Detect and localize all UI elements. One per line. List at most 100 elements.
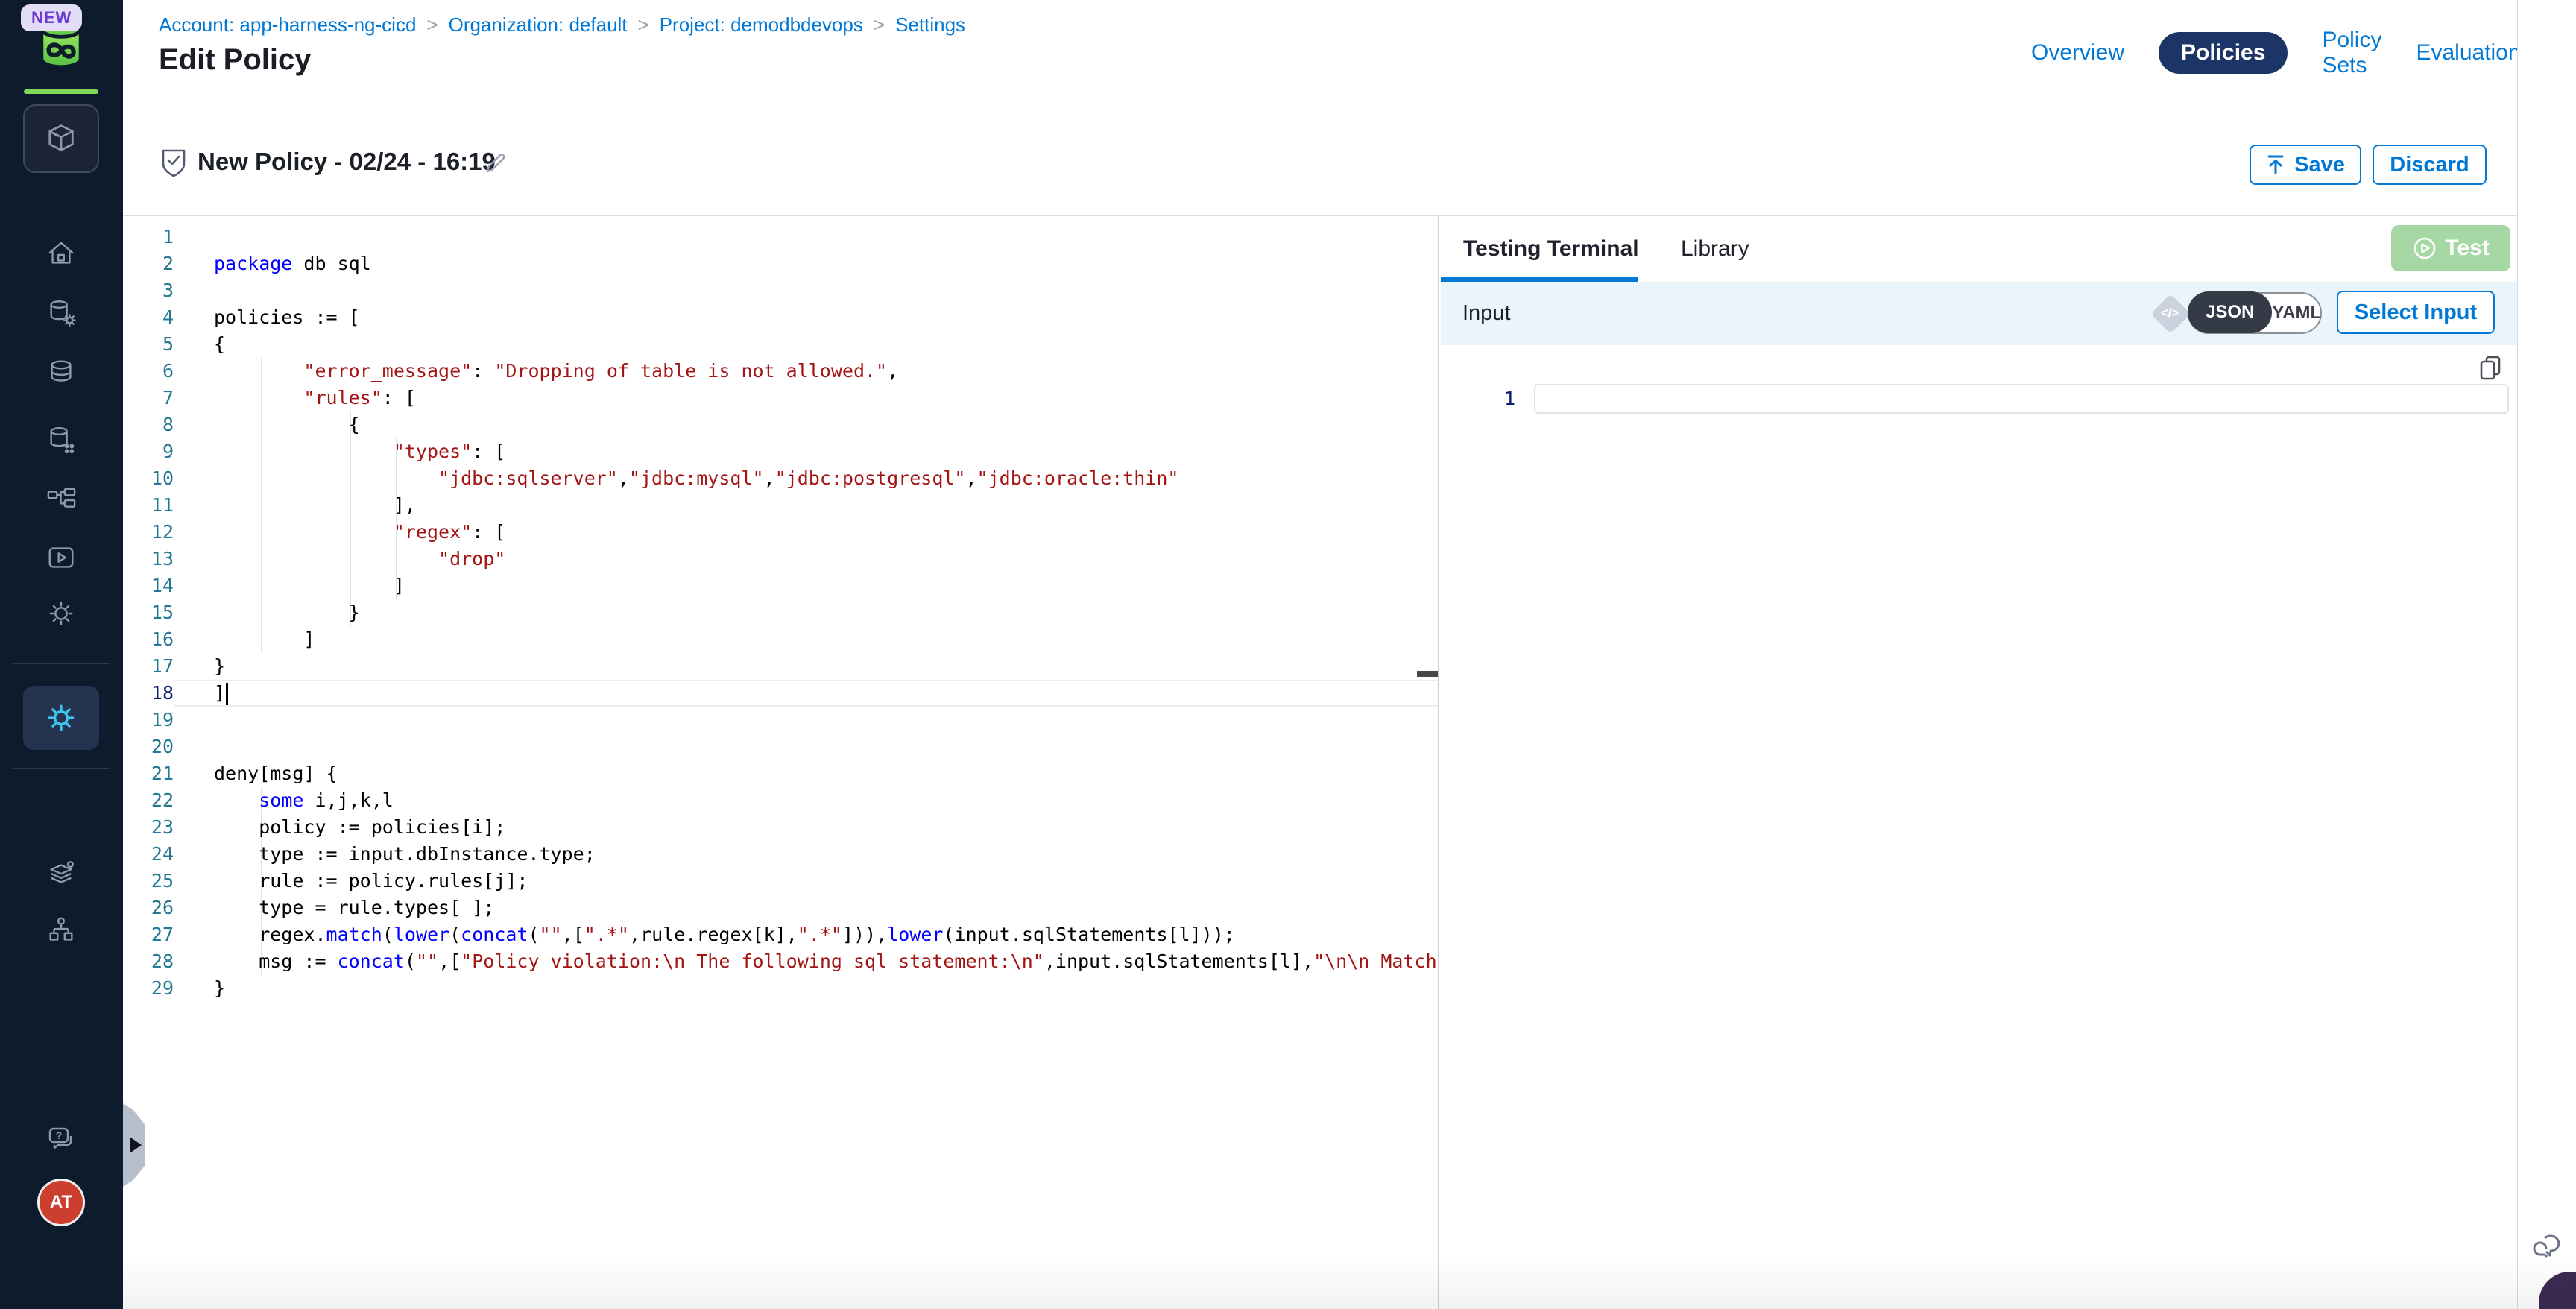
code-line[interactable]: 8 { [123,411,1438,438]
sidebar-item-org-config[interactable] [45,914,78,947]
code-line[interactable]: 29} [123,975,1438,1002]
tab-testing-terminal[interactable]: Testing Terminal [1463,216,1639,282]
code-line[interactable]: 10 "jdbc:sqlserver","jdbc:mysql","jdbc:p… [123,465,1438,492]
upload-icon [2266,154,2285,175]
line-number: 11 [123,492,174,519]
code-line[interactable]: 11 ], [123,492,1438,519]
format-yaml[interactable]: YAML [2272,303,2321,324]
sidebar-divider [13,768,109,769]
sidebar-item-executions[interactable] [45,541,78,574]
edit-name-icon[interactable] [482,150,509,180]
code-line[interactable]: 25 rule := policy.rules[j]; [123,868,1438,895]
code-line[interactable]: 13 "drop" [123,546,1438,573]
logo-underline [24,89,98,94]
code-line[interactable]: 2package db_sql [123,250,1438,277]
input-toolbar: Input </> JSON YAML Select Input [1441,282,2517,345]
input-line-number: 1 [1486,384,1515,414]
sidebar-item-settings-active[interactable] [23,686,99,750]
code-line[interactable]: 18] [123,680,1438,707]
format-toggle[interactable]: JSON YAML [2188,292,2322,334]
line-number: 14 [123,573,174,599]
discard-button[interactable]: Discard [2373,145,2487,185]
code-line[interactable]: 27 regex.match(lower(concat("",[".*",rul… [123,921,1438,948]
save-button[interactable]: Save [2250,145,2361,185]
breadcrumb-settings[interactable]: Settings [895,13,965,37]
code-lines: 12package db_sql34policies := [5{6 "erro… [123,224,1438,1002]
code-line[interactable]: 15 } [123,599,1438,626]
avatar[interactable]: AT [37,1179,85,1226]
line-number: 9 [123,438,174,465]
chat-bubbles-icon[interactable] [2530,1228,2566,1268]
code-line[interactable]: 20 [123,734,1438,760]
tab-overview[interactable]: Overview [2031,40,2124,66]
sidebar-item-gear[interactable] [45,597,78,630]
sidebar-item-db-apps[interactable] [45,423,78,456]
code-line[interactable]: 26 type = rule.types[_]; [123,895,1438,921]
line-number: 25 [123,868,174,895]
code-line[interactable]: 12 "regex": [ [123,519,1438,546]
line-number: 2 [123,250,174,277]
line-number: 8 [123,411,174,438]
line-number: 5 [123,331,174,358]
line-number: 29 [123,975,174,1002]
code-line[interactable]: 7 "rules": [ [123,385,1438,411]
database-gear-icon [45,297,77,329]
layers-gear-icon [45,859,77,890]
tab-policies-active[interactable]: Policies [2159,32,2288,74]
sidebar-item-pipelines[interactable] [45,485,78,517]
policy-code-editor[interactable]: 12package db_sql34policies := [5{6 "erro… [123,216,1439,1309]
breadcrumb-organization[interactable]: Organization: default [449,13,628,37]
new-badge: NEW [21,4,82,31]
line-number: 26 [123,895,174,921]
breadcrumb-project[interactable]: Project: demodbdevops [660,13,863,37]
line-number: 6 [123,358,174,385]
code-line[interactable]: 5{ [123,331,1438,358]
code-line[interactable]: 19 [123,707,1438,734]
sidebar-item-cost[interactable] [45,356,78,389]
test-button[interactable]: Test [2391,225,2510,271]
sidebar-item-help[interactable]: ? [45,1123,78,1155]
input-label: Input [1462,282,1511,345]
code-line[interactable]: 21deny[msg] { [123,760,1438,787]
text-cursor [226,683,228,705]
code-line[interactable]: 1 [123,224,1438,250]
code-line[interactable]: 4policies := [ [123,304,1438,331]
breadcrumb-account[interactable]: Account: app-harness-ng-cicd [159,13,416,37]
sidebar-item-db-settings[interactable] [45,297,78,329]
input-editor-line[interactable] [1534,384,2509,414]
line-number: 7 [123,385,174,411]
copy-icon[interactable] [2478,355,2502,385]
line-number: 27 [123,921,174,948]
line-number: 15 [123,599,174,626]
line-number: 19 [123,707,174,734]
sidebar-item-home[interactable] [45,237,78,270]
code-line[interactable]: 3 [123,277,1438,304]
tab-evaluations[interactable]: Evaluations [2416,40,2531,66]
tab-policy-sets[interactable]: Policy Sets [2322,28,2381,78]
format-json-selected[interactable]: JSON [2188,291,2272,333]
overview-ruler-cursor-mark [1417,671,1439,677]
code-line[interactable]: 24 type := input.dbInstance.type; [123,841,1438,868]
svg-text:?: ? [56,1129,63,1141]
right-rail [2517,0,2576,1309]
code-line[interactable]: 17} [123,653,1438,680]
code-line[interactable]: 14 ] [123,573,1438,599]
code-line[interactable]: 16 ] [123,626,1438,653]
code-line[interactable]: 9 "types": [ [123,438,1438,465]
select-input-button[interactable]: Select Input [2337,291,2495,334]
code-line[interactable]: 6 "error_message": "Dropping of table is… [123,358,1438,385]
help-chat-icon: ? [45,1123,78,1155]
code-line[interactable]: 28 msg := concat("",["Policy violation:\… [123,948,1438,975]
sidebar: NEW [0,0,123,1309]
line-number: 10 [123,465,174,492]
sidebar-item-layers-config[interactable] [45,858,78,891]
policy-title-bar: New Policy - 02/24 - 16:19 Save Discard [123,107,2517,216]
shield-check-icon [159,148,189,184]
code-line[interactable]: 22 some i,j,k,l [123,787,1438,814]
sidebar-item-module[interactable] [23,104,99,173]
code-line[interactable]: 23 policy := policies[i]; [123,814,1438,841]
line-number: 24 [123,841,174,868]
chat-widget-corner[interactable] [2539,1272,2576,1309]
page-header: Account: app-harness-ng-cicd > Organizat… [123,0,2517,107]
tab-library[interactable]: Library [1681,216,1749,282]
